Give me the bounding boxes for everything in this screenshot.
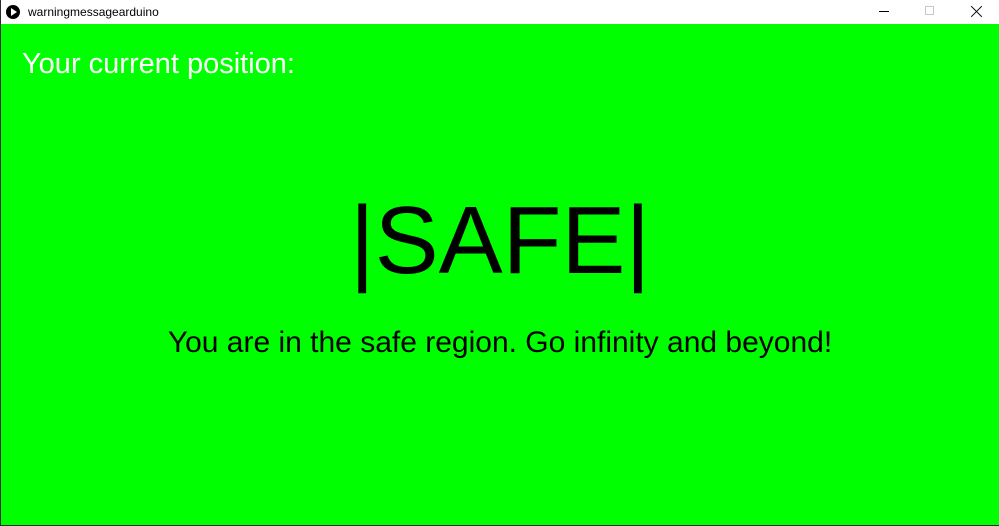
maximize-button[interactable] bbox=[907, 0, 953, 24]
maximize-icon bbox=[925, 6, 934, 15]
close-button[interactable] bbox=[953, 0, 999, 24]
sketch-canvas: Your current position: |SAFE| You are in… bbox=[1, 24, 999, 525]
play-icon bbox=[6, 5, 20, 19]
app-window: warningmessagearduino Your current posit… bbox=[0, 0, 999, 526]
minimize-button[interactable] bbox=[861, 0, 907, 24]
status-text: |SAFE| bbox=[349, 187, 651, 294]
window-title: warningmessagearduino bbox=[28, 5, 159, 19]
status-message: You are in the safe region. Go infinity … bbox=[167, 326, 833, 359]
title-bar[interactable]: warningmessagearduino bbox=[1, 0, 999, 24]
close-icon bbox=[970, 5, 983, 18]
position-label: Your current position: bbox=[22, 48, 295, 80]
window-controls bbox=[861, 0, 999, 24]
minimize-icon bbox=[879, 11, 889, 12]
